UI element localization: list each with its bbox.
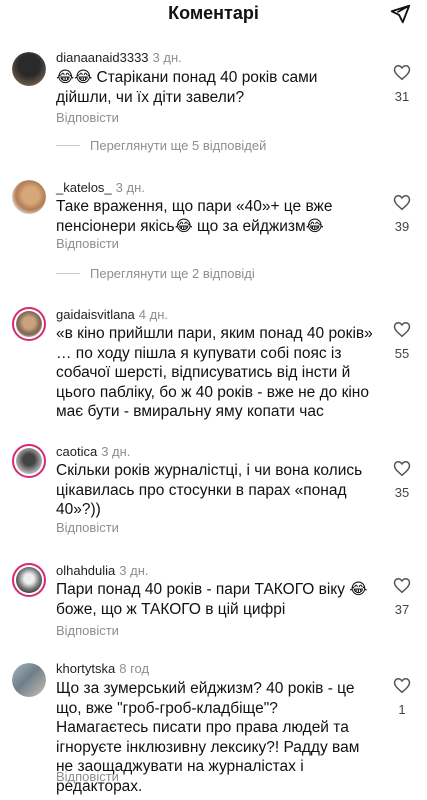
reply-button[interactable]: Відповісти bbox=[56, 520, 119, 535]
timestamp: 3 дн. bbox=[152, 50, 182, 65]
timestamp: 3 дн. bbox=[101, 444, 131, 459]
send-icon[interactable] bbox=[389, 3, 411, 25]
comment-meta: caotica 3 дн. bbox=[56, 444, 130, 459]
comment-meta: gaidaisvitlana 4 дн. bbox=[56, 307, 168, 322]
heart-icon[interactable] bbox=[393, 64, 411, 81]
like-count: 1 bbox=[398, 702, 406, 717]
reply-button[interactable]: Відповісти bbox=[56, 769, 119, 784]
heart-icon[interactable] bbox=[393, 194, 411, 211]
divider bbox=[56, 273, 80, 274]
reply-button[interactable]: Відповісти bbox=[56, 623, 119, 638]
timestamp: 4 дн. bbox=[138, 307, 168, 322]
avatar[interactable] bbox=[12, 307, 46, 341]
timestamp: 3 дн. bbox=[115, 180, 145, 195]
like-count: 37 bbox=[394, 602, 410, 617]
comment-text: 😂😂 Старікани понад 40 років сами дійшли,… bbox=[56, 69, 318, 106]
reply-button[interactable]: Відповісти bbox=[56, 236, 119, 251]
view-more-label: Переглянути ще 5 відповідей bbox=[90, 138, 267, 153]
timestamp: 8 год bbox=[119, 661, 150, 676]
divider bbox=[56, 145, 80, 146]
like-control: 1 bbox=[391, 677, 413, 717]
username[interactable]: khortytska bbox=[56, 661, 115, 676]
heart-icon[interactable] bbox=[393, 677, 411, 694]
like-count: 35 bbox=[394, 485, 410, 500]
comment-meta: olhahdulia 3 дн. bbox=[56, 563, 149, 578]
avatar[interactable] bbox=[12, 663, 46, 697]
comment-meta: dianaanaid3333 3 дн. bbox=[56, 50, 182, 65]
like-count: 31 bbox=[394, 89, 410, 104]
timestamp: 3 дн. bbox=[119, 563, 149, 578]
avatar[interactable] bbox=[12, 180, 46, 214]
username[interactable]: olhahdulia bbox=[56, 563, 115, 578]
avatar[interactable] bbox=[12, 563, 46, 597]
reply-button[interactable]: Відповісти bbox=[56, 110, 119, 125]
comment-text: «в кіно прийшли пари, яким понад 40 рокі… bbox=[56, 325, 373, 420]
like-control: 39 bbox=[391, 194, 413, 234]
view-more-label: Переглянути ще 2 відповіді bbox=[90, 266, 255, 281]
page-title: Коментарі bbox=[168, 3, 259, 23]
like-control: 35 bbox=[391, 460, 413, 500]
avatar[interactable] bbox=[12, 444, 46, 478]
comment-text: Скільки років журналістці, і чи вона кол… bbox=[56, 462, 363, 518]
username[interactable]: gaidaisvitlana bbox=[56, 307, 135, 322]
avatar[interactable] bbox=[12, 52, 46, 86]
heart-icon[interactable] bbox=[393, 321, 411, 338]
heart-icon[interactable] bbox=[393, 460, 411, 477]
username[interactable]: dianaanaid3333 bbox=[56, 50, 149, 65]
comment-text: Таке враження, що пари «40»+ це вже пенс… bbox=[56, 198, 333, 235]
like-control: 31 bbox=[391, 64, 413, 104]
username[interactable]: _katelos_ bbox=[56, 180, 112, 195]
like-count: 55 bbox=[394, 346, 410, 361]
like-control: 37 bbox=[391, 577, 413, 617]
comment-text: Пари понад 40 років - пари ТАКОГО віку 😂… bbox=[56, 581, 368, 618]
like-count: 39 bbox=[394, 219, 410, 234]
username[interactable]: caotica bbox=[56, 444, 97, 459]
comment-meta: khortytska 8 год bbox=[56, 661, 149, 676]
comment-meta: _katelos_ 3 дн. bbox=[56, 180, 145, 195]
view-more-replies[interactable]: Переглянути ще 2 відповіді bbox=[56, 266, 255, 281]
like-control: 55 bbox=[391, 321, 413, 361]
header: Коментарі bbox=[0, 0, 427, 30]
heart-icon[interactable] bbox=[393, 577, 411, 594]
view-more-replies[interactable]: Переглянути ще 5 відповідей bbox=[56, 138, 266, 153]
